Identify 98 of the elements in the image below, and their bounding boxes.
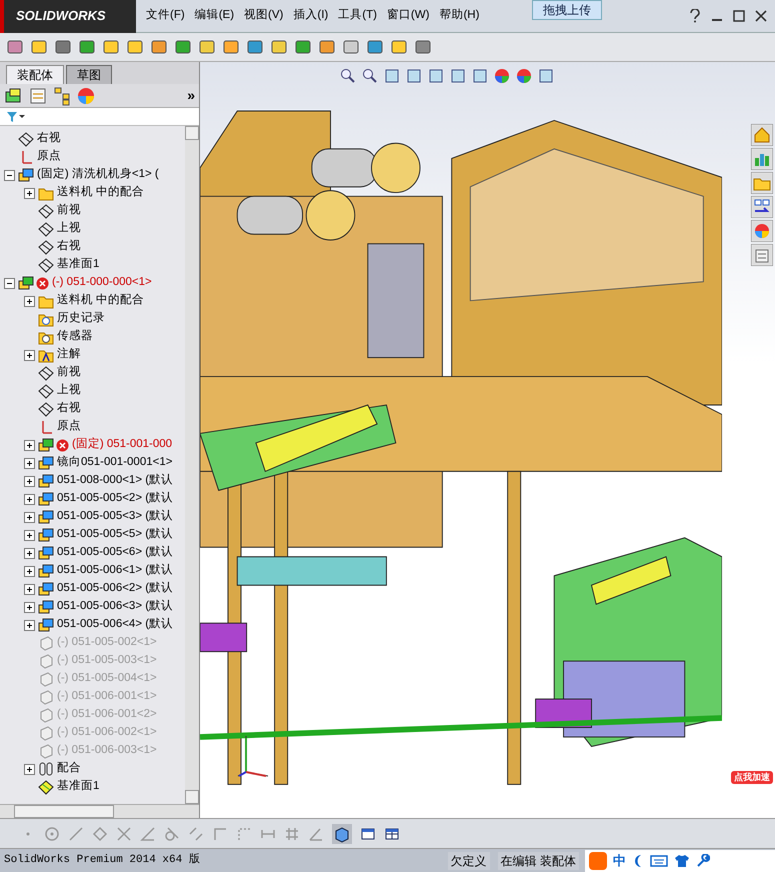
tree-item[interactable]: 右视: [57, 238, 81, 256]
plane-icon: [38, 239, 54, 255]
tree-item[interactable]: 051-005-005<5> (默认: [57, 526, 174, 544]
product-label: SolidWorks Premium 2014 x64 版: [3, 852, 200, 868]
help-icon[interactable]: [689, 9, 701, 23]
tree-item[interactable]: 送料机 中的配合: [57, 184, 144, 202]
tree-item[interactable]: 上视: [57, 220, 81, 238]
plane-icon: [38, 221, 54, 237]
tree-item[interactable]: 送料机 中的配合: [57, 292, 144, 310]
tree-item[interactable]: 051-008-000<1> (默认: [57, 472, 174, 490]
zoom-area-icon[interactable]: [362, 68, 378, 84]
zoom-fit-icon[interactable]: [340, 68, 356, 84]
app-logo: SOLIDWORKS: [0, 0, 136, 32]
tree-item[interactable]: (-) 051-000-000<1>: [52, 274, 152, 292]
speed-up-badge[interactable]: 点我加速: [731, 770, 773, 784]
appearance-icon[interactable]: [494, 68, 510, 84]
tree-item[interactable]: 051-005-005<3> (默认: [57, 508, 174, 526]
menu-item[interactable]: 文件(F): [142, 5, 189, 27]
tree-item[interactable]: 前视: [57, 364, 81, 382]
configuration-icon[interactable]: [52, 86, 72, 106]
tree-item[interactable]: 历史记录: [57, 310, 105, 328]
tree-item[interactable]: 基准面1: [57, 256, 100, 274]
expand-toggle[interactable]: [24, 458, 35, 468]
tree-item[interactable]: 051-005-005<6> (默认: [57, 544, 174, 562]
tree-item[interactable]: 051-005-006<4> (默认: [57, 616, 174, 634]
tree-item[interactable]: 配合: [57, 760, 81, 778]
plane-icon: [38, 365, 54, 381]
tree-item[interactable]: 镜向051-001-0001<1>: [57, 454, 172, 472]
plane-icon: [38, 203, 54, 219]
plane-icon: [38, 779, 54, 795]
collapse-toggle[interactable]: [4, 278, 15, 288]
expand-toggle[interactable]: [24, 494, 35, 504]
expand-toggle[interactable]: [24, 350, 35, 360]
tree-item[interactable]: 注解: [57, 346, 81, 364]
vertical-scrollbar[interactable]: [185, 126, 199, 804]
chart-icon[interactable]: [751, 148, 773, 170]
scene-icon[interactable]: [516, 68, 532, 84]
home-icon[interactable]: [751, 124, 773, 146]
plane-icon: [38, 401, 54, 417]
tree-item[interactable]: 原点: [37, 148, 61, 166]
menu-item[interactable]: 视图(V): [240, 5, 288, 27]
menu-item[interactable]: 编辑(E): [190, 5, 238, 27]
wrench-icon[interactable]: [696, 854, 710, 868]
expand-toggle[interactable]: [24, 512, 35, 522]
expand-panel-button[interactable]: »: [187, 85, 195, 106]
tree-item[interactable]: 前视: [57, 202, 81, 220]
menu-item[interactable]: 帮助(H): [435, 5, 484, 27]
tree-item[interactable]: 传感器: [57, 328, 93, 346]
expand-toggle[interactable]: [24, 620, 35, 630]
tree-item[interactable]: 051-005-006<2> (默认: [57, 580, 174, 598]
menu-item[interactable]: 窗口(W): [382, 5, 434, 27]
window-icon[interactable]: [360, 826, 376, 842]
expand-toggle[interactable]: [24, 764, 35, 774]
view-palette-icon[interactable]: [751, 196, 773, 218]
close-icon[interactable]: [755, 10, 767, 22]
property-icon[interactable]: [28, 86, 48, 106]
tree-item[interactable]: 上视: [57, 382, 81, 400]
definition-status: 欠定义: [448, 852, 490, 870]
filter-icon[interactable]: [6, 110, 26, 122]
panel-tab[interactable]: 装配体: [6, 65, 64, 84]
custom-properties-icon[interactable]: [751, 244, 773, 266]
horizontal-scrollbar[interactable]: [0, 804, 199, 818]
plane-icon: [38, 257, 54, 273]
editing-status: 在编辑 装配体: [498, 852, 579, 870]
expand-toggle[interactable]: [24, 602, 35, 612]
plane-icon: [38, 383, 54, 399]
tree-item[interactable]: 051-005-005<2> (默认: [57, 490, 174, 508]
tree-item[interactable]: (固定) 清洗机机身<1> (: [37, 166, 159, 184]
maximize-icon[interactable]: [733, 10, 745, 22]
tree-item[interactable]: 051-005-006<3> (默认: [57, 598, 174, 616]
keyboard-icon[interactable]: [650, 854, 668, 866]
expand-toggle[interactable]: [24, 440, 35, 450]
panel-tab[interactable]: 草图: [66, 65, 112, 84]
expand-toggle[interactable]: [24, 188, 35, 198]
table-icon[interactable]: [384, 826, 400, 842]
expand-toggle[interactable]: [24, 296, 35, 306]
expand-toggle[interactable]: [24, 584, 35, 594]
appearance-icon[interactable]: [76, 86, 96, 106]
tree-item[interactable]: 051-005-006<1> (默认: [57, 562, 174, 580]
collapse-toggle[interactable]: [4, 170, 15, 180]
expand-toggle[interactable]: [24, 566, 35, 576]
tree-item[interactable]: 右视: [57, 400, 81, 418]
tree-item[interactable]: 原点: [57, 418, 81, 436]
tree-item[interactable]: (固定) 051-001-000: [72, 436, 172, 454]
cad-viewport[interactable]: 点我加速: [200, 62, 775, 818]
sogou-logo-icon: [589, 852, 607, 870]
tree-item[interactable]: 右视: [37, 130, 61, 148]
expand-toggle[interactable]: [24, 476, 35, 486]
expand-toggle[interactable]: [24, 548, 35, 558]
upload-tooltip[interactable]: 拖拽上传: [532, 0, 602, 20]
tree-item[interactable]: 基准面1: [57, 778, 100, 796]
dotted-corner-icon[interactable]: [236, 826, 252, 842]
menu-item[interactable]: 工具(T): [334, 5, 381, 27]
menu-item[interactable]: 插入(I): [289, 5, 332, 27]
input-mode-toggle[interactable]: 中: [613, 850, 626, 870]
shirt-icon[interactable]: [674, 854, 690, 868]
expand-toggle[interactable]: [24, 530, 35, 540]
plane-icon: [18, 131, 34, 147]
